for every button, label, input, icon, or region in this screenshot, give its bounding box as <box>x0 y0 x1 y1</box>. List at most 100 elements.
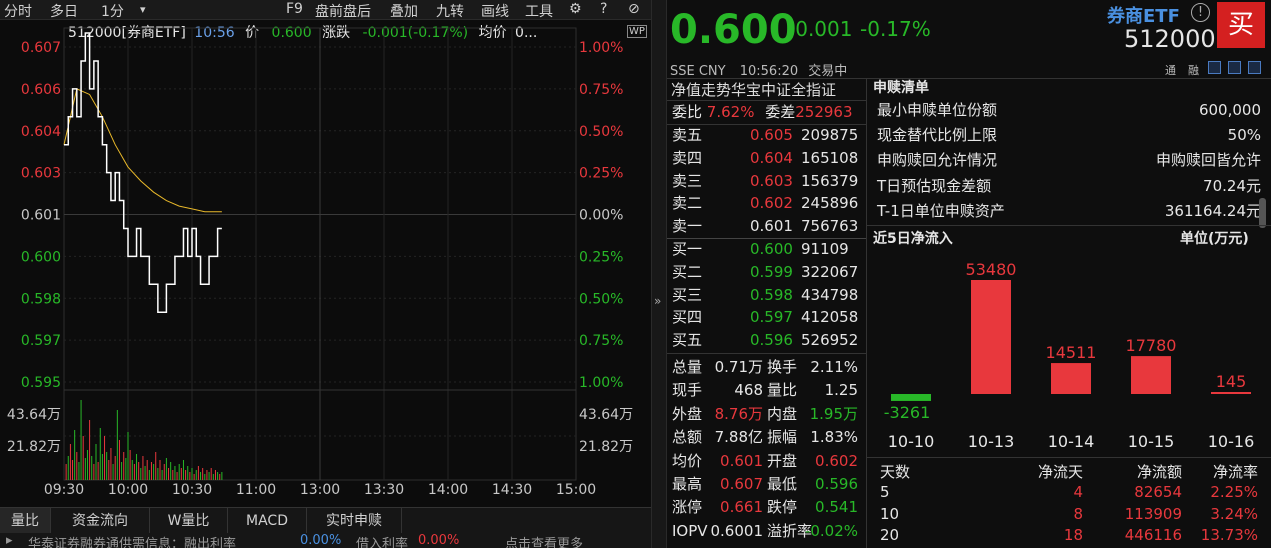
chevron-down-icon[interactable]: ▾ <box>140 3 146 16</box>
inflow-title: 近5日净流入 <box>873 231 953 247</box>
table-cell: 18 <box>1063 526 1083 544</box>
fund-code: 512000 <box>1124 25 1216 53</box>
stat-value: 7.88亿 <box>714 428 763 447</box>
info-icon[interactable]: ! <box>1191 3 1210 22</box>
separator <box>866 225 1271 226</box>
stat-label: 总量 <box>672 358 703 376</box>
ticker-more-link[interactable]: 点击查看更多 <box>505 533 583 548</box>
price-tick-label: 0.595 <box>21 375 61 391</box>
time-tick-label: 10:30 <box>172 482 212 498</box>
stat-value: 1.83% <box>810 428 858 447</box>
redemption-label: 申购赎回允许情况 <box>877 151 998 170</box>
draw-button[interactable]: 画线 <box>481 1 509 21</box>
bid-level-volume: 91109 <box>801 240 849 258</box>
stat-value: 0.6001 <box>710 521 764 540</box>
window-icon[interactable] <box>1228 61 1241 74</box>
pre-after-market-button[interactable]: 盘前盘后 <box>315 1 371 21</box>
stat-row: 总量 0.71万 换手 2.11% <box>672 356 864 378</box>
edit-icon[interactable] <box>1208 61 1221 74</box>
panel-divider[interactable]: » <box>651 0 667 548</box>
tab-multiday[interactable]: 多日 <box>50 1 78 21</box>
ask-level-label: 卖一 <box>672 217 703 236</box>
pct-tick-label: 1.00% <box>579 375 623 391</box>
inflow-value-label: -3261 <box>884 403 931 422</box>
ticker-value-2: 0.00% <box>418 533 460 548</box>
indicator-tabs: 量比 资金流向 W量比 MACD 实时申赎 <box>0 507 651 534</box>
ask-level-row[interactable]: 卖一 0.601 756763 <box>672 215 864 237</box>
inflow-date-label: 10-13 <box>968 432 1015 451</box>
price-tick-label: 0.603 <box>21 166 61 182</box>
tab-volume-ratio[interactable]: 量比 <box>0 508 51 534</box>
table-cell: 4 <box>1073 483 1083 501</box>
stat-label: 现手 <box>672 381 703 400</box>
tab-fund-flow[interactable]: 资金流向 <box>51 508 150 534</box>
redemption-row: T日预估现金差额 70.24元 <box>877 175 1261 197</box>
scrollbar-thumb[interactable] <box>1259 198 1266 228</box>
stat-value: 8.76万 <box>714 404 763 423</box>
stat-label: 振幅 <box>767 428 798 447</box>
redemption-label: T-1日单位申赎资产 <box>877 201 1005 220</box>
table-header-cell: 天数 <box>880 463 911 481</box>
help-icon[interactable]: ? <box>600 1 607 17</box>
inflow-bar <box>891 394 931 401</box>
tab-realtime-redemption[interactable]: 实时申赎 <box>307 508 402 534</box>
nine-turn-button[interactable]: 九转 <box>436 1 464 21</box>
overlay-button[interactable]: 叠加 <box>390 1 418 21</box>
stat-value: 468 <box>734 381 763 400</box>
bid-level-row[interactable]: 买一 0.600 91109 <box>672 238 864 260</box>
table-header-cell: 净流率 <box>1212 463 1258 481</box>
stat-value: -0.02% <box>804 521 858 540</box>
table-header-cell: 净流天 <box>1037 463 1083 481</box>
price-tick-label: 0.600 <box>21 249 61 265</box>
ask-level-row[interactable]: 卖五 0.605 209875 <box>672 124 864 146</box>
stat-value: 0.602 <box>815 451 858 470</box>
bid-level-row[interactable]: 买二 0.599 322067 <box>672 261 864 283</box>
tab-macd[interactable]: MACD <box>228 508 307 534</box>
market-currency: SSE CNY <box>670 64 726 79</box>
ask-level-label: 卖四 <box>672 148 703 167</box>
bid-level-row[interactable]: 买五 0.596 526952 <box>672 329 864 351</box>
tab-intraday[interactable]: 分时 <box>4 1 32 21</box>
trading-status: 交易中 <box>808 64 848 79</box>
price-tick-label: 0.598 <box>21 291 61 307</box>
table-cell: 20 <box>880 526 900 544</box>
f9-button[interactable]: F9 <box>286 1 303 17</box>
stat-label: 最高 <box>672 475 703 493</box>
price-tick-label: 0.601 <box>21 208 61 224</box>
tools-button[interactable]: 工具 <box>525 1 553 21</box>
ask-level-row[interactable]: 卖二 0.602 245896 <box>672 192 864 214</box>
ask-level-volume: 156379 <box>801 171 859 190</box>
grid-icon[interactable] <box>1248 61 1261 74</box>
inflow-bar <box>1211 392 1251 394</box>
news-ticker[interactable]: ▸ 华泰证券融券通供需信息：融出利率 0.00% 借入利率 0.00% 点击查看… <box>0 533 651 548</box>
ask-level-row[interactable]: 卖三 0.603 156379 <box>672 170 864 192</box>
bid-level-label: 买二 <box>672 262 703 281</box>
stat-value: 1.95万 <box>809 404 858 423</box>
close-icon[interactable]: ⊘ <box>628 1 640 17</box>
separator <box>866 457 1271 458</box>
gear-icon[interactable]: ⚙ <box>569 1 582 17</box>
collapse-arrow-icon[interactable]: » <box>654 294 661 308</box>
ask-level-row[interactable]: 卖四 0.604 165108 <box>672 147 864 169</box>
stat-label: 量比 <box>767 381 798 400</box>
bid-level-volume: 434798 <box>801 285 859 304</box>
period-select[interactable]: 1分 <box>101 1 124 21</box>
bid-level-price: 0.598 <box>750 285 793 304</box>
bid-level-price: 0.600 <box>750 240 793 258</box>
time-tick-label: 10:00 <box>108 482 148 498</box>
intraday-chart-panel: 分时 多日 1分 ▾ F9 盘前盘后 叠加 九转 画线 工具 ⚙ ? ⊘ 512… <box>0 0 651 548</box>
netvalue-tab[interactable]: 净值走势华宝中证全指证 <box>671 79 863 100</box>
table-cell: 13.73% <box>1200 526 1258 544</box>
inflow-bar <box>1051 363 1091 394</box>
bid-level-row[interactable]: 买三 0.598 434798 <box>672 284 864 306</box>
buy-button[interactable]: 买 <box>1217 2 1265 48</box>
stat-value: 0.607 <box>720 475 763 493</box>
bid-level-row[interactable]: 买四 0.597 412058 <box>672 306 864 328</box>
stat-label: 最低 <box>767 475 798 493</box>
redemption-value: 申购赎回皆允许 <box>1155 151 1261 170</box>
inflow-value-label: 14511 <box>1046 343 1097 362</box>
chart-toolbar: 分时 多日 1分 ▾ F9 盘前盘后 叠加 九转 画线 工具 ⚙ ? ⊘ <box>0 0 651 20</box>
table-cell: 113909 <box>1124 504 1182 523</box>
tab-w-volume-ratio[interactable]: W量比 <box>150 508 228 534</box>
price-tick-label: 0.606 <box>21 82 61 98</box>
